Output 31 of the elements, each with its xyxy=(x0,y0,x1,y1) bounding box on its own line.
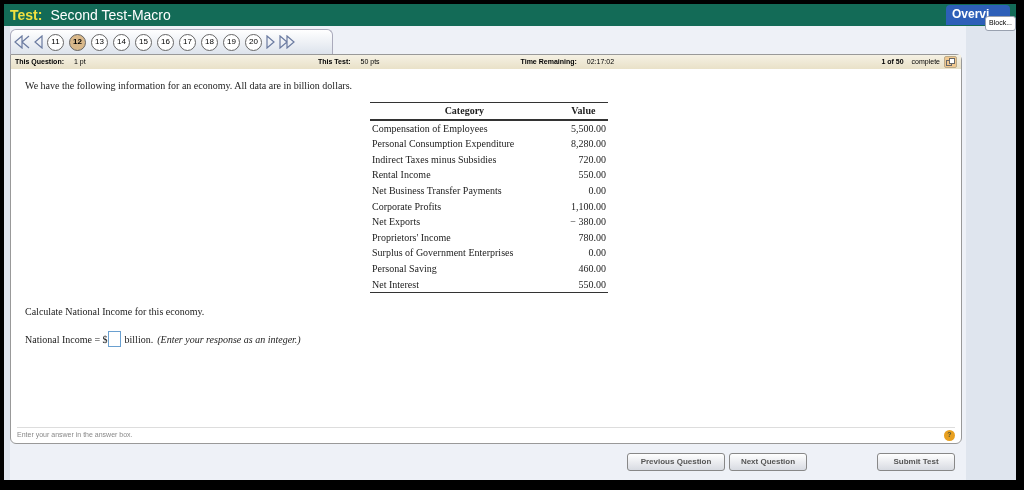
test-label: Test: xyxy=(10,5,43,25)
table-cell-text: Net Exports xyxy=(371,215,422,230)
test-title: Second Test-Macro xyxy=(50,5,171,25)
column-header: Category xyxy=(370,102,559,120)
table-cell-text: Personal Saving xyxy=(371,261,438,276)
table-cell-text: Proprietors' Income xyxy=(371,230,452,245)
answer-prefix: National Income = $ xyxy=(25,332,108,347)
table-cell-text: 720.00 xyxy=(577,152,607,167)
table-cell-text: 0.00 xyxy=(587,246,607,261)
table-cell-text: 8,280.00 xyxy=(570,137,607,152)
table-cell-text: 550.00 xyxy=(577,168,607,183)
table-cell: 550.00 xyxy=(558,276,608,293)
question-text: Calculate National Income for this economy. xyxy=(25,305,206,320)
answer-suffix: billion. xyxy=(124,332,154,347)
table-cell-text: Net Business Transfer Payments xyxy=(371,183,503,198)
table-cell-text: 460.00 xyxy=(577,261,607,276)
intro-text: We have the following information for an economy. All data are in billion dollars. xyxy=(25,79,354,93)
table-cell-text: 0.00 xyxy=(587,183,607,198)
table-cell: Compensation of Employees xyxy=(370,119,559,137)
table-cell-text: Rental Income xyxy=(371,168,432,183)
table-cell-text: Surplus of Government Enterprises xyxy=(371,246,515,261)
table-cell: 5,500.00 xyxy=(558,119,608,137)
table-cell-text: − 380.00 xyxy=(569,215,607,230)
table-cell: Net Interest xyxy=(370,276,559,293)
table-cell-text: 1,100.00 xyxy=(570,199,607,214)
table-cell-text: Indirect Taxes minus Subsidies xyxy=(371,152,498,167)
table-cell-text: 780.00 xyxy=(577,230,607,245)
table-cell-text: Corporate Profits xyxy=(371,199,443,214)
table-cell-text: Personal Consumption Expenditure xyxy=(371,137,516,152)
column-header: Value xyxy=(558,102,608,120)
answer-hint: (Enter your response as an integer.) xyxy=(157,332,301,347)
